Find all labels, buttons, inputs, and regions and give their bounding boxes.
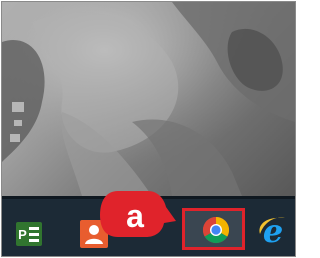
callout-label: a — [126, 198, 144, 234]
desktop-wallpaper — [2, 2, 295, 196]
wallpaper-image — [2, 2, 295, 196]
svg-text:P: P — [18, 227, 27, 242]
internet-explorer-icon[interactable]: e — [257, 214, 289, 248]
chrome-taskbar-button[interactable] — [182, 208, 245, 250]
screenshot-frame: P e a — [1, 1, 296, 257]
chrome-icon — [202, 216, 230, 244]
microsoft-project-icon[interactable]: P — [16, 222, 42, 246]
